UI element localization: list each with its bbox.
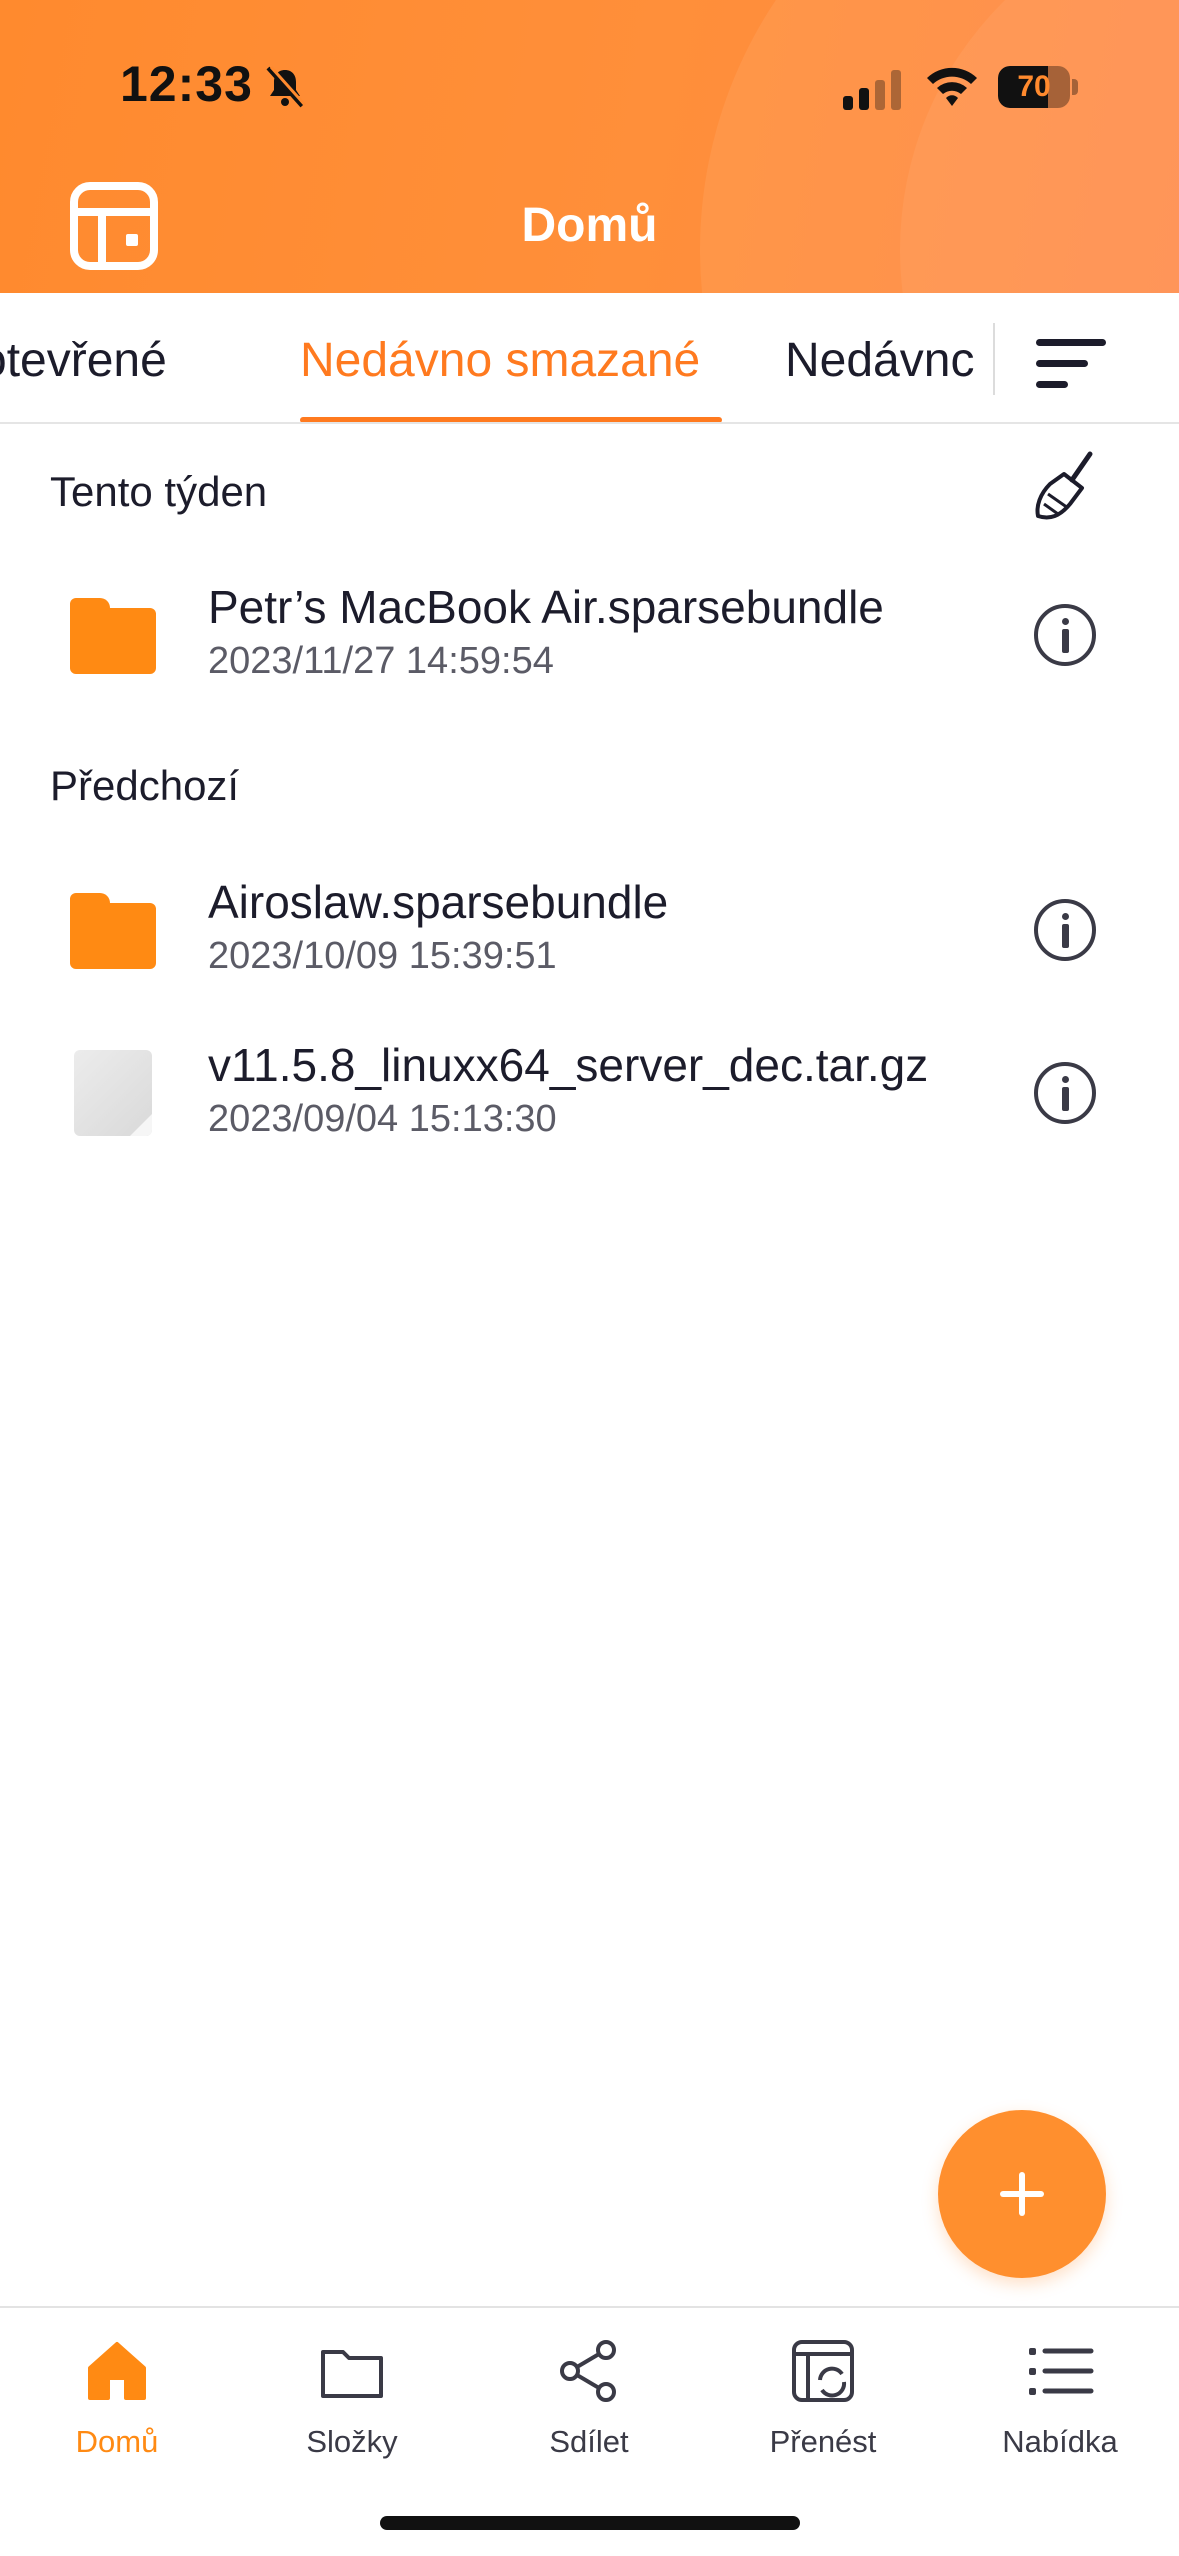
file-date: 2023/09/04 15:13:30 bbox=[208, 1098, 557, 1140]
info-icon[interactable] bbox=[1034, 899, 1096, 961]
sort-icon[interactable] bbox=[1030, 333, 1110, 393]
tab-recently-deleted[interactable]: Nedávno smazané bbox=[300, 333, 700, 388]
nav-label: Přenést bbox=[769, 2424, 877, 2459]
info-icon[interactable] bbox=[1034, 1062, 1096, 1124]
broom-icon[interactable] bbox=[1030, 450, 1100, 526]
file-name: Airoslaw.sparsebundle bbox=[208, 876, 669, 928]
section-title-previous: Předchozí bbox=[50, 762, 240, 809]
tab-bar: otevřené Nedávno smazané Nedávnc bbox=[0, 293, 1179, 424]
wifi-icon bbox=[927, 67, 977, 106]
file-date: 2023/11/27 14:59:54 bbox=[208, 640, 554, 682]
nav-menu[interactable]: Nabídka bbox=[960, 2328, 1160, 2478]
nav-label: Domů bbox=[75, 2424, 159, 2459]
file-name: Petr’s MacBook Air.sparsebundle bbox=[208, 581, 884, 633]
home-icon bbox=[88, 2342, 146, 2400]
file-name: v11.5.8_linuxx64_server_dec.tar.gz bbox=[208, 1039, 929, 1091]
file-date: 2023/10/09 15:39:51 bbox=[208, 935, 557, 977]
status-time: 12:33 bbox=[120, 56, 253, 112]
nav-label: Sdílet bbox=[549, 2424, 629, 2459]
folder-icon bbox=[70, 887, 156, 973]
transfer-icon bbox=[792, 2340, 854, 2402]
nav-transfer[interactable]: Přenést bbox=[723, 2328, 923, 2478]
cellular-signal-icon bbox=[843, 70, 901, 110]
divider bbox=[993, 323, 995, 395]
folder-outline-icon bbox=[321, 2350, 383, 2398]
add-button[interactable] bbox=[938, 2110, 1106, 2278]
tab-label: otevřené bbox=[0, 334, 167, 387]
active-tab-indicator bbox=[300, 417, 722, 422]
nav-share[interactable]: Sdílet bbox=[489, 2328, 689, 2478]
section-title-this-week: Tento týden bbox=[50, 468, 268, 515]
bell-muted-icon bbox=[266, 65, 307, 108]
info-icon[interactable] bbox=[1034, 604, 1096, 666]
file-icon bbox=[70, 1050, 156, 1136]
home-indicator[interactable] bbox=[380, 2516, 800, 2530]
tab-opened[interactable]: otevřené bbox=[0, 333, 240, 388]
app-header: 12:33 70 Domů bbox=[0, 0, 1179, 293]
nav-label: Složky bbox=[306, 2424, 398, 2459]
list-item[interactable]: v11.5.8_linuxx64_server_dec.tar.gz 2023/… bbox=[0, 1020, 1179, 1170]
tab-recent[interactable]: Nedávnc bbox=[785, 333, 975, 388]
battery-icon: 70 bbox=[998, 66, 1078, 108]
nav-home[interactable]: Domů bbox=[17, 2328, 217, 2478]
folder-icon bbox=[70, 592, 156, 678]
nav-label: Nabídka bbox=[1002, 2424, 1118, 2459]
share-icon bbox=[560, 2340, 616, 2402]
battery-percentage: 70 bbox=[1017, 70, 1051, 103]
nav-folders[interactable]: Složky bbox=[252, 2328, 452, 2478]
page-title: Domů bbox=[521, 199, 658, 252]
menu-list-icon bbox=[1029, 2348, 1094, 2395]
list-item[interactable]: Airoslaw.sparsebundle 2023/10/09 15:39:5… bbox=[0, 857, 1179, 1007]
list-item[interactable]: Petr’s MacBook Air.sparsebundle 2023/11/… bbox=[0, 562, 1179, 712]
